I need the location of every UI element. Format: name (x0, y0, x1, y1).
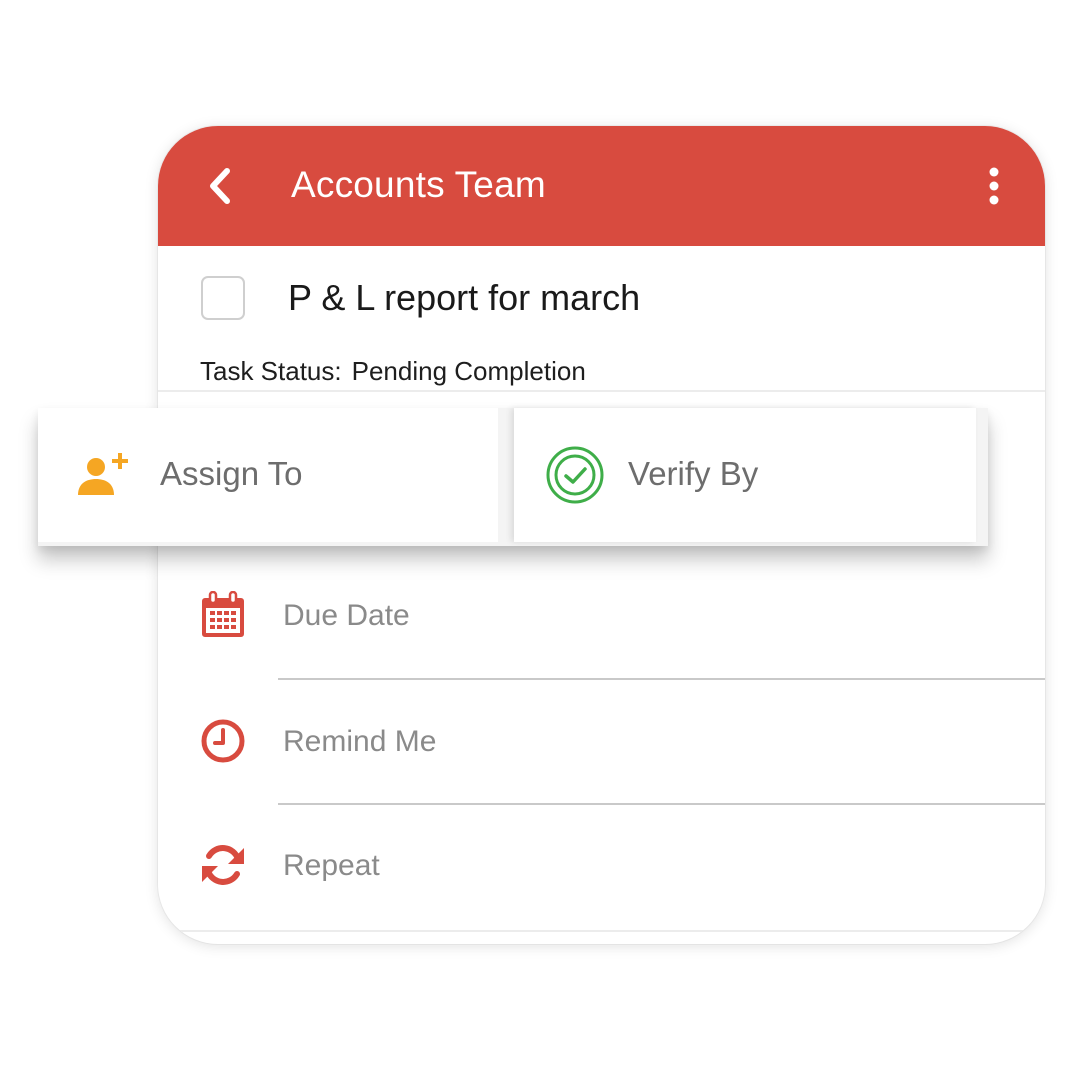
back-button[interactable] (198, 164, 242, 208)
clock-icon (198, 716, 248, 766)
app-bar: Accounts Team (158, 126, 1045, 246)
verify-by-label: Verify By (628, 455, 759, 492)
assignment-tabs: Assign To Verify By (38, 408, 988, 546)
task-status-label: Task Status: (200, 356, 342, 386)
repeat-icon (198, 840, 248, 890)
task-complete-checkbox[interactable] (201, 276, 245, 320)
repeat-row[interactable]: Repeat (158, 810, 1045, 920)
remind-me-underline (278, 803, 1045, 805)
remind-me-label: Remind Me (283, 725, 437, 758)
due-date-underline (278, 678, 1045, 680)
due-date-row[interactable]: Due Date (158, 562, 1045, 680)
due-date-label: Due Date (283, 599, 410, 632)
verified-check-icon (544, 444, 606, 506)
task-title: P & L report for march (288, 277, 641, 318)
repeat-label: Repeat (283, 849, 380, 882)
page-title: Accounts Team (291, 164, 546, 205)
more-vertical-icon (989, 167, 999, 205)
task-status-value: Pending Completion (351, 356, 586, 386)
verify-by-button[interactable]: Verify By (514, 408, 976, 542)
remind-me-row[interactable]: Remind Me (158, 686, 1045, 805)
task-status: Task Status: Pending Completion (200, 354, 586, 388)
calendar-icon (198, 590, 248, 640)
divider (158, 930, 1045, 932)
divider (158, 390, 1045, 392)
assign-to-label: Assign To (160, 455, 303, 492)
add-person-icon (73, 444, 135, 506)
more-options-button[interactable] (976, 162, 1012, 210)
chevron-left-icon (210, 168, 230, 204)
assign-to-button[interactable]: Assign To (38, 408, 498, 542)
